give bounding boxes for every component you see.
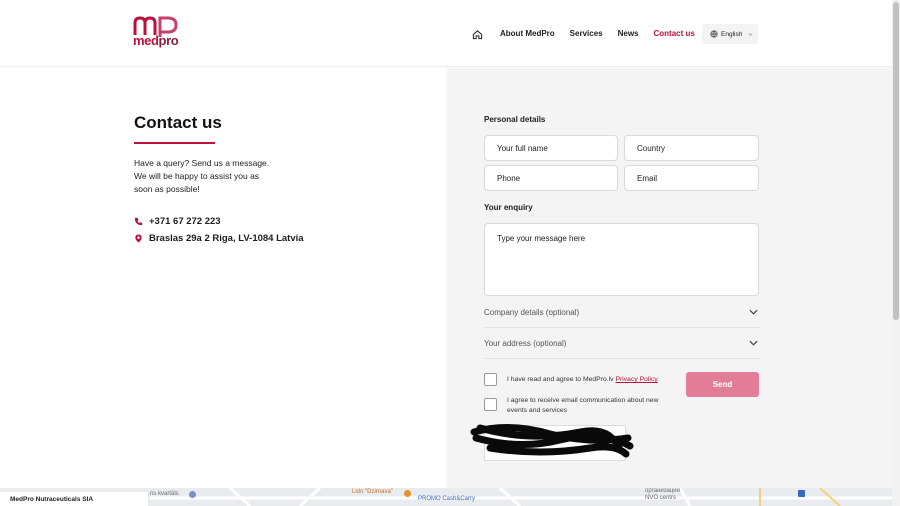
map-place-label: ns kvartāls	[150, 491, 179, 497]
privacy-policy-link[interactable]: Privacy Policy	[615, 376, 657, 383]
address-accordion-label: Your address (optional)	[484, 338, 567, 348]
company-details-label: Company details (optional)	[484, 307, 580, 317]
main-nav: About MedPro Services News Contact us	[472, 24, 710, 44]
logo-word-med: med	[133, 33, 159, 48]
intro-line: We will be happy to assist you as	[134, 171, 260, 181]
map-pin-icon[interactable]	[798, 490, 805, 497]
map-pin-icon[interactable]	[189, 491, 196, 498]
map-place-label: PROMO Cash&Carry	[418, 496, 476, 502]
title-underline	[134, 142, 215, 144]
message-placeholder: Type your message here	[497, 234, 586, 243]
scrollbar-thumb[interactable]	[893, 2, 899, 320]
nav-about-medpro[interactable]: About MedPro	[500, 24, 555, 44]
chevron-down-icon	[749, 309, 758, 315]
full-name-field[interactable]: Your full name	[484, 135, 618, 161]
address-accordion[interactable]: Your address (optional)	[484, 328, 759, 359]
location-pin-icon	[135, 234, 142, 243]
contact-phone[interactable]: +371 67 272 223	[134, 216, 221, 227]
site-header: medpro About MedPro Services News Contac…	[0, 0, 892, 67]
contact-address: Braslas 29a 2 Riga, LV-1084 Latvia	[134, 233, 304, 244]
send-button[interactable]: Send	[686, 372, 759, 397]
map-place-label: организации	[645, 488, 680, 494]
chevron-down-icon	[749, 340, 758, 346]
email-field[interactable]: Email	[624, 165, 759, 191]
home-icon[interactable]	[472, 27, 486, 41]
logo-word-pro: pro	[158, 33, 179, 48]
phone-number[interactable]: +371 67 272 223	[149, 216, 221, 227]
map-pin-icon[interactable]	[404, 490, 411, 497]
map-place-label: Lido "Dzirnava"	[352, 489, 393, 495]
logo-wordmark: medpro	[133, 33, 179, 48]
redaction-scribble	[470, 423, 634, 458]
company-details-accordion[interactable]: Company details (optional)	[484, 297, 759, 328]
privacy-consent-checkbox[interactable]	[484, 373, 497, 386]
newsletter-consent-checkbox[interactable]	[484, 398, 497, 411]
email-placeholder: Email	[637, 173, 658, 183]
nav-news[interactable]: News	[618, 24, 639, 44]
newsletter-line: events and services	[507, 407, 568, 414]
newsletter-line: I agree to receive email communication a…	[507, 397, 659, 404]
full-name-placeholder: Your full name	[497, 143, 548, 153]
nav-contact-us[interactable]: Contact us	[654, 24, 695, 44]
map-card-title: MedPro Nutraceuticals SIA	[10, 496, 94, 503]
newsletter-consent-label: I agree to receive email communication a…	[507, 396, 659, 416]
page-scrollbar[interactable]	[892, 0, 900, 506]
language-selector[interactable]: English	[702, 24, 758, 44]
address-text: Braslas 29a 2 Riga, LV-1084 Latvia	[149, 233, 304, 244]
map-info-card[interactable]: MedPro Nutraceuticals SIA	[0, 492, 148, 506]
country-field[interactable]: Country	[624, 135, 759, 161]
map-place-label: NVO centrs	[645, 495, 677, 501]
phone-placeholder: Phone	[497, 173, 521, 183]
privacy-consent-label: I have read and agree to MedPro.lv Priva…	[507, 375, 658, 385]
intro-text: Have a query? Send us a message. We will…	[134, 157, 274, 196]
chevron-down-icon	[748, 32, 753, 36]
intro-line: soon as possible!	[134, 184, 200, 194]
globe-icon	[710, 30, 718, 38]
phone-icon	[134, 217, 143, 226]
enquiry-label: Your enquiry	[484, 203, 533, 212]
personal-details-label: Personal details	[484, 115, 546, 124]
consent-text: I have read and agree to MedPro.lv	[507, 376, 614, 383]
nav-services[interactable]: Services	[570, 24, 603, 44]
phone-field[interactable]: Phone	[484, 165, 618, 191]
intro-line: Have a query? Send us a message.	[134, 158, 270, 168]
page-title: Contact us	[134, 113, 222, 132]
language-label: English	[721, 30, 743, 38]
country-placeholder: Country	[637, 143, 666, 153]
message-textarea[interactable]: Type your message here	[484, 223, 759, 296]
